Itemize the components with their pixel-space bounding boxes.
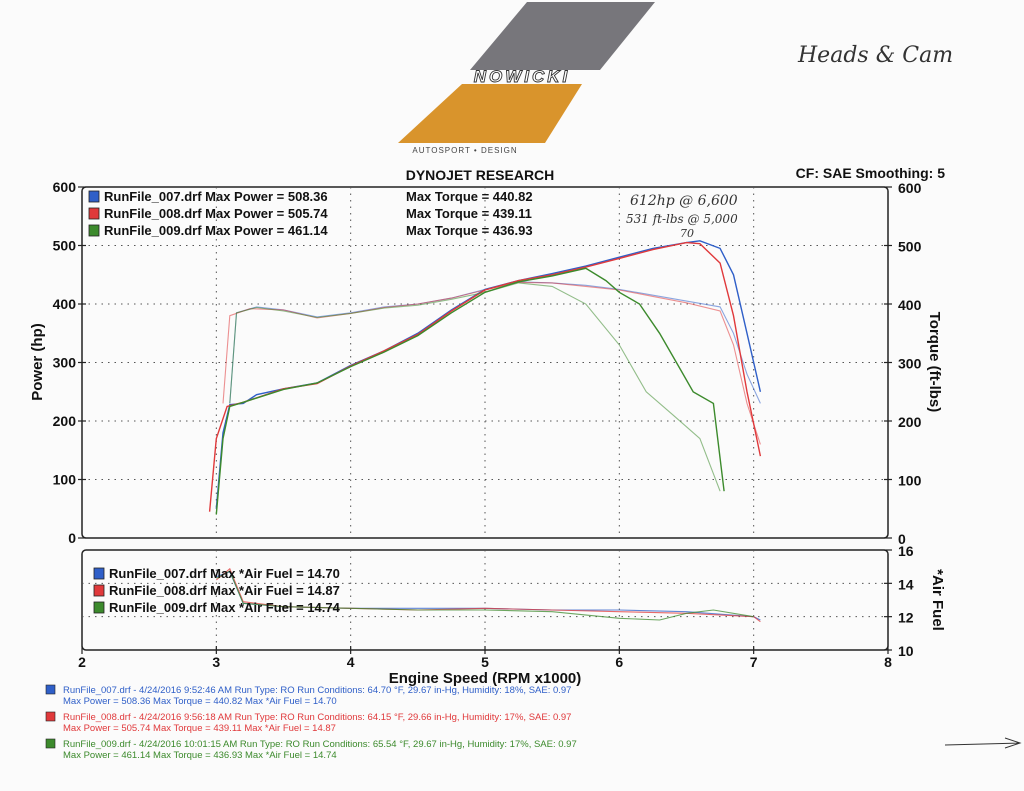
lower-legend: RunFile_007.drf Max *Air Fuel = 14.70 Run… [93,566,341,615]
legend-label: RunFile_008.drf Max Power = 505.74 [104,206,328,221]
torque-line-RunFile_008.drf [222,281,761,445]
legend-label: RunFile_008.drf Max *Air Fuel = 14.87 [109,583,340,598]
run-info-line2: Max Power = 505.74 Max Torque = 439.11 M… [63,723,336,734]
run-info-line2: Max Power = 461.14 Max Torque = 436.93 M… [63,750,337,761]
handwritten-note-3: 70 [680,227,694,240]
y-tick-label-power: 200 [53,413,77,429]
y-tick-label-power: 300 [53,355,77,371]
x-tick-label: 5 [481,654,489,670]
y-tick-label-torque: 600 [898,180,922,196]
legend-swatch [88,207,100,220]
run-info-swatch [45,738,56,749]
y-tick-label-torque: 300 [898,356,922,372]
legend-swatch [93,601,105,614]
chart-subtitle: CF: SAE Smoothing: 5 [796,165,946,181]
logo-tagline: AUTOSPORT • DESIGN [412,146,517,155]
logo-gray-band [470,2,655,70]
legend-label: RunFile_009.drf Max *Air Fuel = 14.74 [109,600,341,615]
upper-grid [82,187,888,538]
x-tick-label: 4 [347,654,355,670]
power-line-RunFile_009.drf [215,267,725,515]
run-info: RunFile_007.drf - 4/24/2016 9:52:46 AM R… [45,684,577,761]
run-info-line2: Max Power = 508.36 Max Torque = 440.82 M… [63,696,337,707]
y-tick-label-torque: 200 [898,414,922,430]
legend-torque: Max Torque = 436.93 [406,223,533,238]
run-info-swatch [45,684,56,695]
run-info-swatch [45,711,56,722]
y-axis-label-torque: Torque (ft-lbs) [926,312,943,413]
upper-legend: RunFile_007.drf Max Power = 508.36 Max To… [88,189,533,238]
upper-right-ticks: 0100200300400500600 [884,180,922,547]
y-tick-label-airfuel: 12 [898,610,914,626]
handwritten-note-2: 531 ft-lbs @ 5,000 [626,212,738,226]
y-tick-label-torque: 100 [898,473,922,489]
handwritten-top-right: Heads & Cam [797,43,953,68]
legend-swatch [93,584,105,597]
chart-title: DYNOJET RESEARCH [406,167,555,183]
run-info-line1: RunFile_008.drf - 4/24/2016 9:56:18 AM R… [63,712,571,723]
run-info-line1: RunFile_009.drf - 4/24/2016 10:01:15 AM … [63,739,577,750]
legend-label: RunFile_007.drf Max *Air Fuel = 14.70 [109,566,340,581]
y-tick-label-airfuel: 14 [898,576,914,592]
x-tick-label: 8 [884,654,892,670]
y-tick-label-power: 100 [53,472,77,488]
dyno-chart: NOWICKI AUTOSPORT • DESIGN Heads & Cam 6… [29,2,1022,761]
x-tick-label: 7 [750,654,758,670]
legend-label: RunFile_009.drf Max Power = 461.14 [104,223,328,238]
handwritten-note-1: 612hp @ 6,600 [630,193,738,209]
y-tick-label-airfuel: 16 [898,543,914,559]
legend-swatch [88,190,100,203]
y-axis-label-power: Power (hp) [29,323,46,401]
logo-orange-band [398,84,582,143]
y-tick-label-torque: 500 [898,239,922,255]
y-tick-label-airfuel: 10 [898,643,914,659]
handwritten-arrow [944,737,1022,749]
x-tick-label: 2 [78,654,86,670]
x-tick-label: 3 [212,654,220,670]
upper-left-ticks: 0 100 200 300 400 500 600 [53,179,86,546]
y-tick-label-power: 0 [68,530,76,546]
y-axis-label-airfuel: *Air Fuel [929,569,946,631]
run-info-line1: RunFile_007.drf - 4/24/2016 9:52:46 AM R… [63,685,571,696]
logo: NOWICKI AUTOSPORT • DESIGN [398,2,655,155]
power-line-RunFile_007.drf [215,240,762,509]
power-line-RunFile_008.drf [208,241,762,512]
logo-brand: NOWICKI [474,67,571,86]
y-tick-label-torque: 400 [898,297,922,313]
legend-swatch [93,567,105,580]
legend-torque: Max Torque = 440.82 [406,189,533,204]
legend-label: RunFile_007.drf Max Power = 508.36 [104,189,328,204]
y-tick-label-power: 600 [53,179,77,195]
y-tick-label-power: 500 [53,238,77,254]
y-tick-label-power: 400 [53,296,77,312]
legend-swatch [88,224,100,237]
x-tick-label: 6 [615,654,623,670]
legend-torque: Max Torque = 439.11 [406,206,532,221]
